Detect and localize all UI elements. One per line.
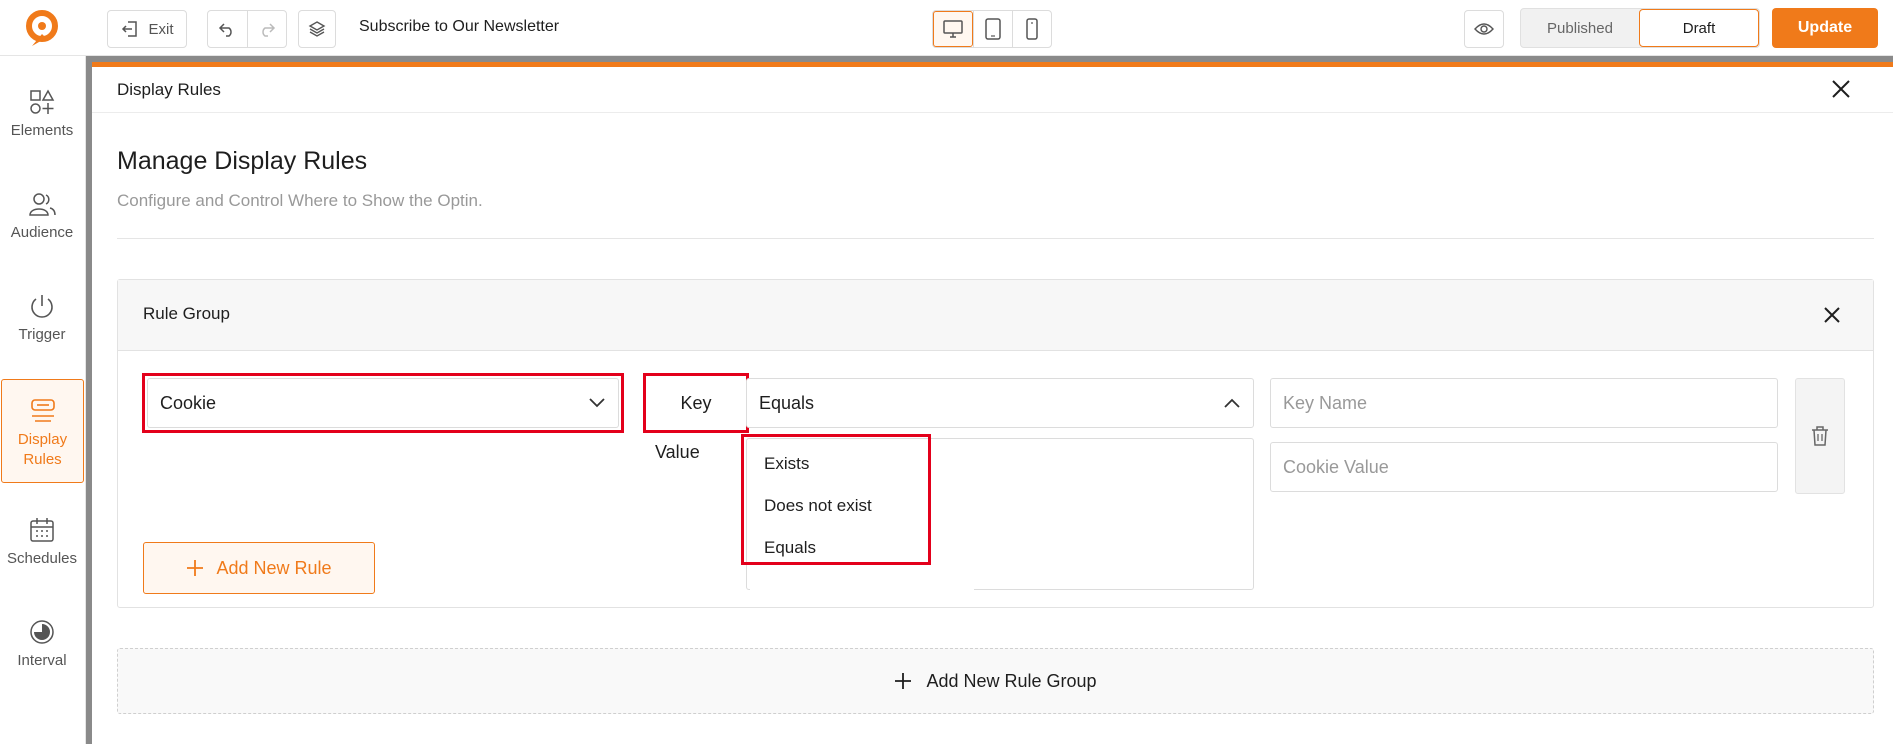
sidebar-item-elements[interactable]: Elements (0, 88, 84, 139)
plus-icon (187, 560, 204, 576)
plus-icon (895, 673, 912, 689)
add-new-rule-label: Add New Rule (216, 557, 332, 578)
chevron-down-icon (589, 398, 605, 408)
redo-button[interactable] (246, 11, 287, 47)
value-label: Value (655, 442, 700, 462)
eye-icon (1474, 23, 1494, 35)
panel-header: Display Rules (92, 67, 1893, 113)
option-exists[interactable]: Exists (764, 454, 809, 474)
divider (117, 238, 1874, 239)
sidebar-item-display-rules[interactable]: Display Rules (1, 379, 84, 483)
device-switcher (932, 10, 1052, 48)
close-icon (1832, 80, 1850, 98)
elements-icon (30, 89, 55, 114)
option-equals[interactable]: Equals (764, 538, 816, 558)
operator-value: Equals (759, 392, 815, 413)
sidebar-item-trigger[interactable]: Trigger (0, 292, 84, 343)
close-panel-button[interactable] (1829, 77, 1853, 101)
rule-type-value: Cookie (160, 392, 217, 413)
add-new-rule-group-button[interactable]: Add New Rule Group (117, 648, 1874, 714)
display-rules-icon (30, 399, 55, 422)
redo-icon (262, 23, 275, 37)
power-icon (31, 295, 53, 318)
delete-rule-button[interactable] (1795, 378, 1845, 494)
panel-title: Display Rules (117, 80, 221, 99)
operator-options: Exists Does not exist Equals (750, 440, 974, 590)
remove-rule-group-button[interactable] (1821, 304, 1843, 326)
add-new-rule-button[interactable]: Add New Rule (143, 542, 375, 594)
cookie-value-placeholder: Cookie Value (1283, 456, 1389, 477)
rule-group: Rule Group Cookie Key Equals Value Exist… (117, 279, 1874, 608)
chevron-up-icon (1224, 398, 1240, 408)
draft-tab[interactable]: Draft (1639, 9, 1759, 47)
app-logo[interactable] (20, 8, 64, 48)
sidebar-item-label: Audience (10, 224, 74, 241)
exit-button[interactable]: Exit (107, 10, 187, 48)
exit-label: Exit (148, 20, 174, 38)
key-name-placeholder: Key Name (1283, 392, 1368, 413)
tablet-icon (985, 18, 1001, 40)
rule-type-select[interactable]: Cookie (147, 378, 619, 428)
top-toolbar: Exit Subscribe to Our Newsletter Publish… (0, 0, 1893, 56)
history-controls (207, 10, 287, 48)
key-label: Key (680, 392, 712, 413)
left-sidebar: Elements Audience Trigger Display Rules (0, 56, 86, 744)
calendar-icon (30, 518, 54, 542)
published-tab[interactable]: Published (1521, 9, 1639, 47)
key-name-input[interactable]: Key Name (1270, 378, 1778, 428)
preview-button[interactable] (1464, 10, 1504, 48)
rule-group-header: Rule Group (118, 280, 1873, 351)
cookie-value-input[interactable]: Cookie Value (1270, 442, 1778, 492)
publish-status-toggle: Published Draft (1520, 8, 1760, 48)
sidebar-item-label: Schedules (6, 550, 78, 567)
sidebar-item-label: Interval (17, 652, 67, 669)
section-heading: Manage Display Rules (117, 147, 368, 175)
layers-icon (308, 21, 326, 37)
sidebar-item-audience[interactable]: Audience (0, 190, 84, 241)
add-new-rule-group-label: Add New Rule Group (926, 670, 1097, 691)
sidebar-item-label: Trigger (18, 326, 66, 343)
update-button[interactable]: Update (1772, 8, 1878, 48)
undo-button[interactable] (208, 11, 247, 47)
desktop-view-button[interactable] (933, 11, 973, 47)
desktop-icon (943, 20, 963, 38)
sidebar-item-schedules[interactable]: Schedules (0, 516, 84, 567)
mobile-icon (1026, 18, 1038, 40)
trash-icon (1812, 426, 1828, 446)
sidebar-item-interval[interactable]: Interval (0, 618, 84, 669)
audience-icon (29, 193, 56, 216)
interval-icon (30, 620, 54, 644)
page-title: Subscribe to Our Newsletter (359, 18, 560, 35)
display-rules-panel: Display Rules Manage Display Rules Confi… (92, 67, 1893, 744)
sidebar-item-label: Display Rules (17, 431, 68, 468)
mobile-view-button[interactable] (1012, 11, 1051, 47)
option-does-not-exist[interactable]: Does not exist (764, 496, 872, 516)
tablet-view-button[interactable] (973, 11, 1012, 47)
operator-select[interactable]: Equals (746, 378, 1254, 428)
close-icon (1824, 307, 1840, 323)
rule-group-title: Rule Group (143, 304, 230, 323)
undo-icon (219, 23, 232, 37)
logo-icon (26, 10, 58, 46)
sidebar-item-label: Elements (10, 122, 74, 139)
layers-button[interactable] (298, 10, 336, 48)
section-subheading: Configure and Control Where to Show the … (117, 191, 483, 210)
exit-icon (122, 21, 138, 37)
